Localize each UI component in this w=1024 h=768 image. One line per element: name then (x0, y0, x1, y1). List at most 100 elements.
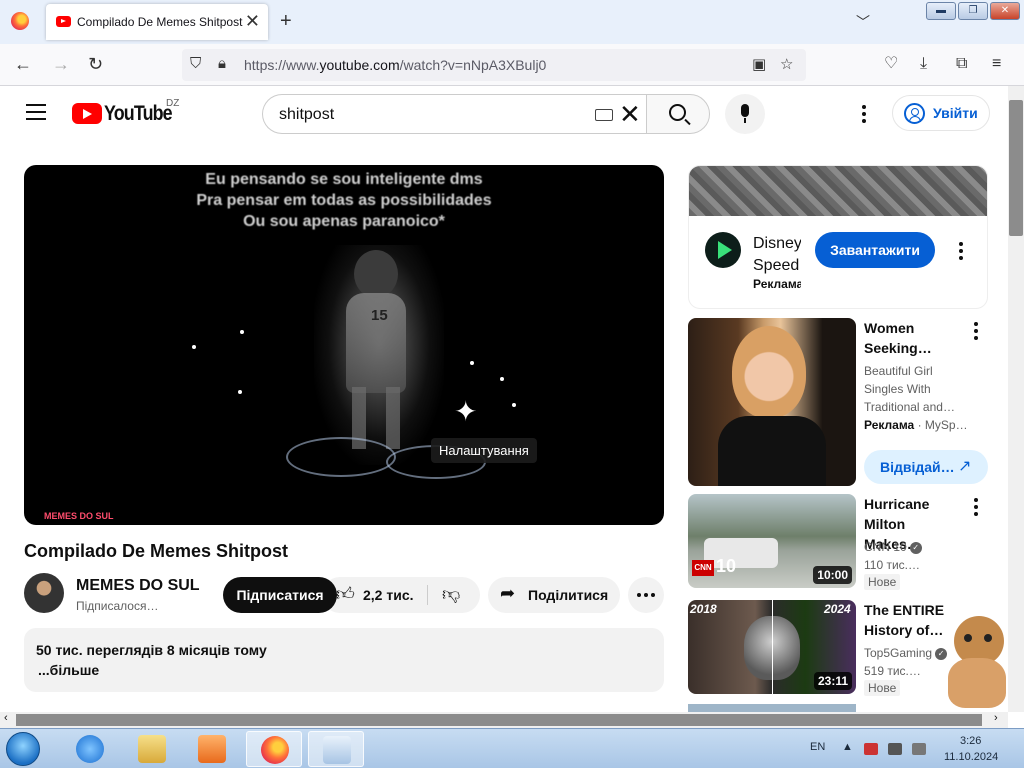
view-count-date: 50 тис. переглядів 8 місяців тому (36, 642, 267, 658)
like-thumb-icon[interactable]: 👍︎ (336, 583, 355, 605)
forward-arrow-icon[interactable]: → (52, 54, 70, 74)
sign-in-label: Увійти (933, 105, 978, 121)
settings-tooltip: Налаштування (431, 438, 537, 463)
show-more-link[interactable]: ...більше (38, 662, 99, 678)
video-thumbnail[interactable]: CNN 10 10:00 (688, 494, 856, 588)
search-query[interactable]: shitpost (279, 106, 334, 124)
download-icon[interactable]: ⤓ (920, 54, 927, 74)
channel-avatar[interactable] (24, 573, 64, 613)
minimize-button[interactable]: ▬ (926, 2, 956, 20)
keyboard-icon[interactable] (595, 109, 613, 121)
bookmark-star-icon[interactable]: ☆ (780, 55, 793, 73)
taskbar-explorer[interactable] (124, 731, 180, 767)
voice-search-button[interactable] (725, 94, 765, 134)
tray-expand-icon[interactable]: ▲ (842, 741, 853, 753)
tab-title: Compilado De Memes Shitpost (77, 15, 243, 29)
ad-description: Beautiful Girl Singles With Traditional … (864, 364, 955, 414)
clock-time[interactable]: 3:26 (960, 735, 981, 747)
firefox-icon[interactable] (11, 12, 29, 30)
ad-video-title[interactable]: Women Seeking… (864, 318, 964, 358)
youtube-wordmark[interactable]: YouTube (104, 102, 173, 126)
share-arrow-icon: ➦ (500, 583, 516, 603)
video-duration: 10:00 (813, 566, 852, 584)
video-thumbnail[interactable]: 2018 2024 23:11 (688, 600, 856, 694)
browser-tab[interactable]: Compilado De Memes Shitpost ✕ (46, 4, 268, 40)
subscribe-button[interactable]: Підписатися (223, 577, 337, 613)
taskbar-media[interactable] (184, 731, 240, 767)
video-player[interactable]: Eu pensando se sou inteligente dms Pra p… (24, 165, 664, 525)
vertical-scroll-thumb[interactable] (1009, 100, 1023, 236)
sidebar-ad-video[interactable]: Women Seeking… Beautiful Girl Singles Wit… (688, 318, 988, 486)
shield-icon[interactable]: ⛉ (190, 55, 201, 72)
internet-explorer-icon (76, 735, 104, 763)
video-menu-kebab-icon[interactable] (974, 498, 978, 519)
url-text[interactable]: https://www.youtube.com/watch?v=nNpA3XBu… (244, 57, 546, 73)
picture-in-picture-icon[interactable]: ▣ (752, 55, 766, 73)
lock-icon[interactable]: 🔒︎ (218, 55, 226, 72)
visit-site-button[interactable]: Відвідай… ↗ (864, 450, 988, 484)
sparkle-icon: ✦ (454, 396, 478, 427)
clear-search-icon[interactable]: ✕ (619, 99, 641, 130)
settings-kebab-icon[interactable] (862, 105, 866, 126)
video-menu-kebab-icon[interactable] (974, 322, 978, 343)
close-window-button[interactable]: ✕ (990, 2, 1020, 20)
window-icon (323, 736, 351, 764)
windows-taskbar: EN ▲ 3:26 11.10.2024 (0, 728, 1024, 768)
youtube-logo-icon[interactable] (72, 103, 102, 124)
media-player-icon (198, 735, 226, 763)
more-actions-button[interactable] (628, 577, 664, 613)
dislike-thumb-icon[interactable]: 👎︎ (442, 583, 460, 605)
horizontal-scroll-thumb[interactable] (16, 714, 982, 726)
new-tab-button[interactable]: + (280, 10, 292, 33)
account-icon (904, 103, 925, 124)
browser-navbar: ← → ↻ ⛉ 🔒︎ https://www.youtube.com/watch… (0, 44, 1024, 86)
tab-close-icon[interactable]: ✕ (245, 12, 260, 30)
ad-title: Disney Speed (753, 235, 801, 274)
tab-list-chevron-icon[interactable]: ﹀ (856, 12, 870, 32)
share-button[interactable]: ➦ Поділитися (488, 577, 620, 613)
clock-date[interactable]: 11.10.2024 (944, 751, 998, 763)
new-badge: Нове (864, 574, 901, 590)
search-button[interactable] (646, 94, 710, 134)
play-store-logo-icon (705, 232, 741, 268)
youtube-favicon-icon (56, 16, 71, 27)
install-button[interactable]: Завантажити (815, 232, 935, 268)
video-caption: Eu pensando se sou inteligente dms Pra p… (196, 171, 492, 230)
network-icon[interactable] (888, 743, 902, 755)
ad-source: Реклама · MySp… (864, 418, 968, 432)
reload-icon[interactable]: ↻ (88, 54, 103, 74)
firefox-icon (261, 736, 289, 764)
scroll-left-arrow-icon: ‹ (4, 712, 8, 724)
video-watermark: MEMES DO SUL (44, 511, 114, 521)
extensions-icon[interactable]: ⧉ (956, 54, 967, 74)
sign-in-button[interactable]: Увійти (892, 95, 990, 131)
language-indicator[interactable]: EN (810, 741, 825, 753)
like-count[interactable]: 2,2 тис. (363, 587, 414, 603)
taskbar-window[interactable] (308, 731, 364, 767)
browser-tab-strip: Compilado De Memes Shitpost ✕ + ﹀ ▬ ❐ ✕ (0, 0, 1024, 44)
restore-button[interactable]: ❐ (958, 2, 988, 20)
description-box[interactable]: 50 тис. переглядів 8 місяців тому ...біл… (24, 628, 664, 692)
action-center-icon[interactable] (864, 743, 878, 755)
pocket-icon[interactable]: ♡ (884, 54, 898, 74)
ad-menu-kebab-icon[interactable] (959, 242, 963, 263)
menu-icon[interactable]: ≡ (992, 54, 1001, 74)
sponsored-ad-card[interactable]: Disney Speed Реклама Завантажити (688, 165, 988, 309)
ad-banner-image[interactable] (689, 166, 987, 216)
search-input[interactable]: shitpost ✕ (262, 94, 646, 134)
taskbar-firefox[interactable] (246, 731, 302, 767)
channel-name[interactable]: MEMES DO SUL (76, 577, 206, 595)
channel-subscriber-count: Підписалося… (76, 599, 159, 613)
back-arrow-icon[interactable]: ← (14, 54, 32, 74)
channel-name[interactable]: CNN 10 ✓ (864, 538, 974, 556)
guide-menu-icon[interactable] (26, 104, 46, 120)
cnn-logo-icon: CNN (692, 560, 714, 576)
scroll-right-arrow-icon: › (994, 712, 998, 724)
microphone-icon (741, 104, 749, 117)
start-button[interactable] (6, 732, 40, 766)
ad-thumbnail[interactable] (688, 318, 856, 486)
volume-muted-icon[interactable] (912, 743, 926, 755)
url-bar[interactable]: ⛉ 🔒︎ https://www.youtube.com/watch?v=nNp… (182, 49, 806, 81)
taskbar-ie[interactable] (62, 731, 118, 767)
sidebar-video-item[interactable]: CNN 10 10:00 Hurricane Milton Makes… CNN … (688, 494, 988, 590)
